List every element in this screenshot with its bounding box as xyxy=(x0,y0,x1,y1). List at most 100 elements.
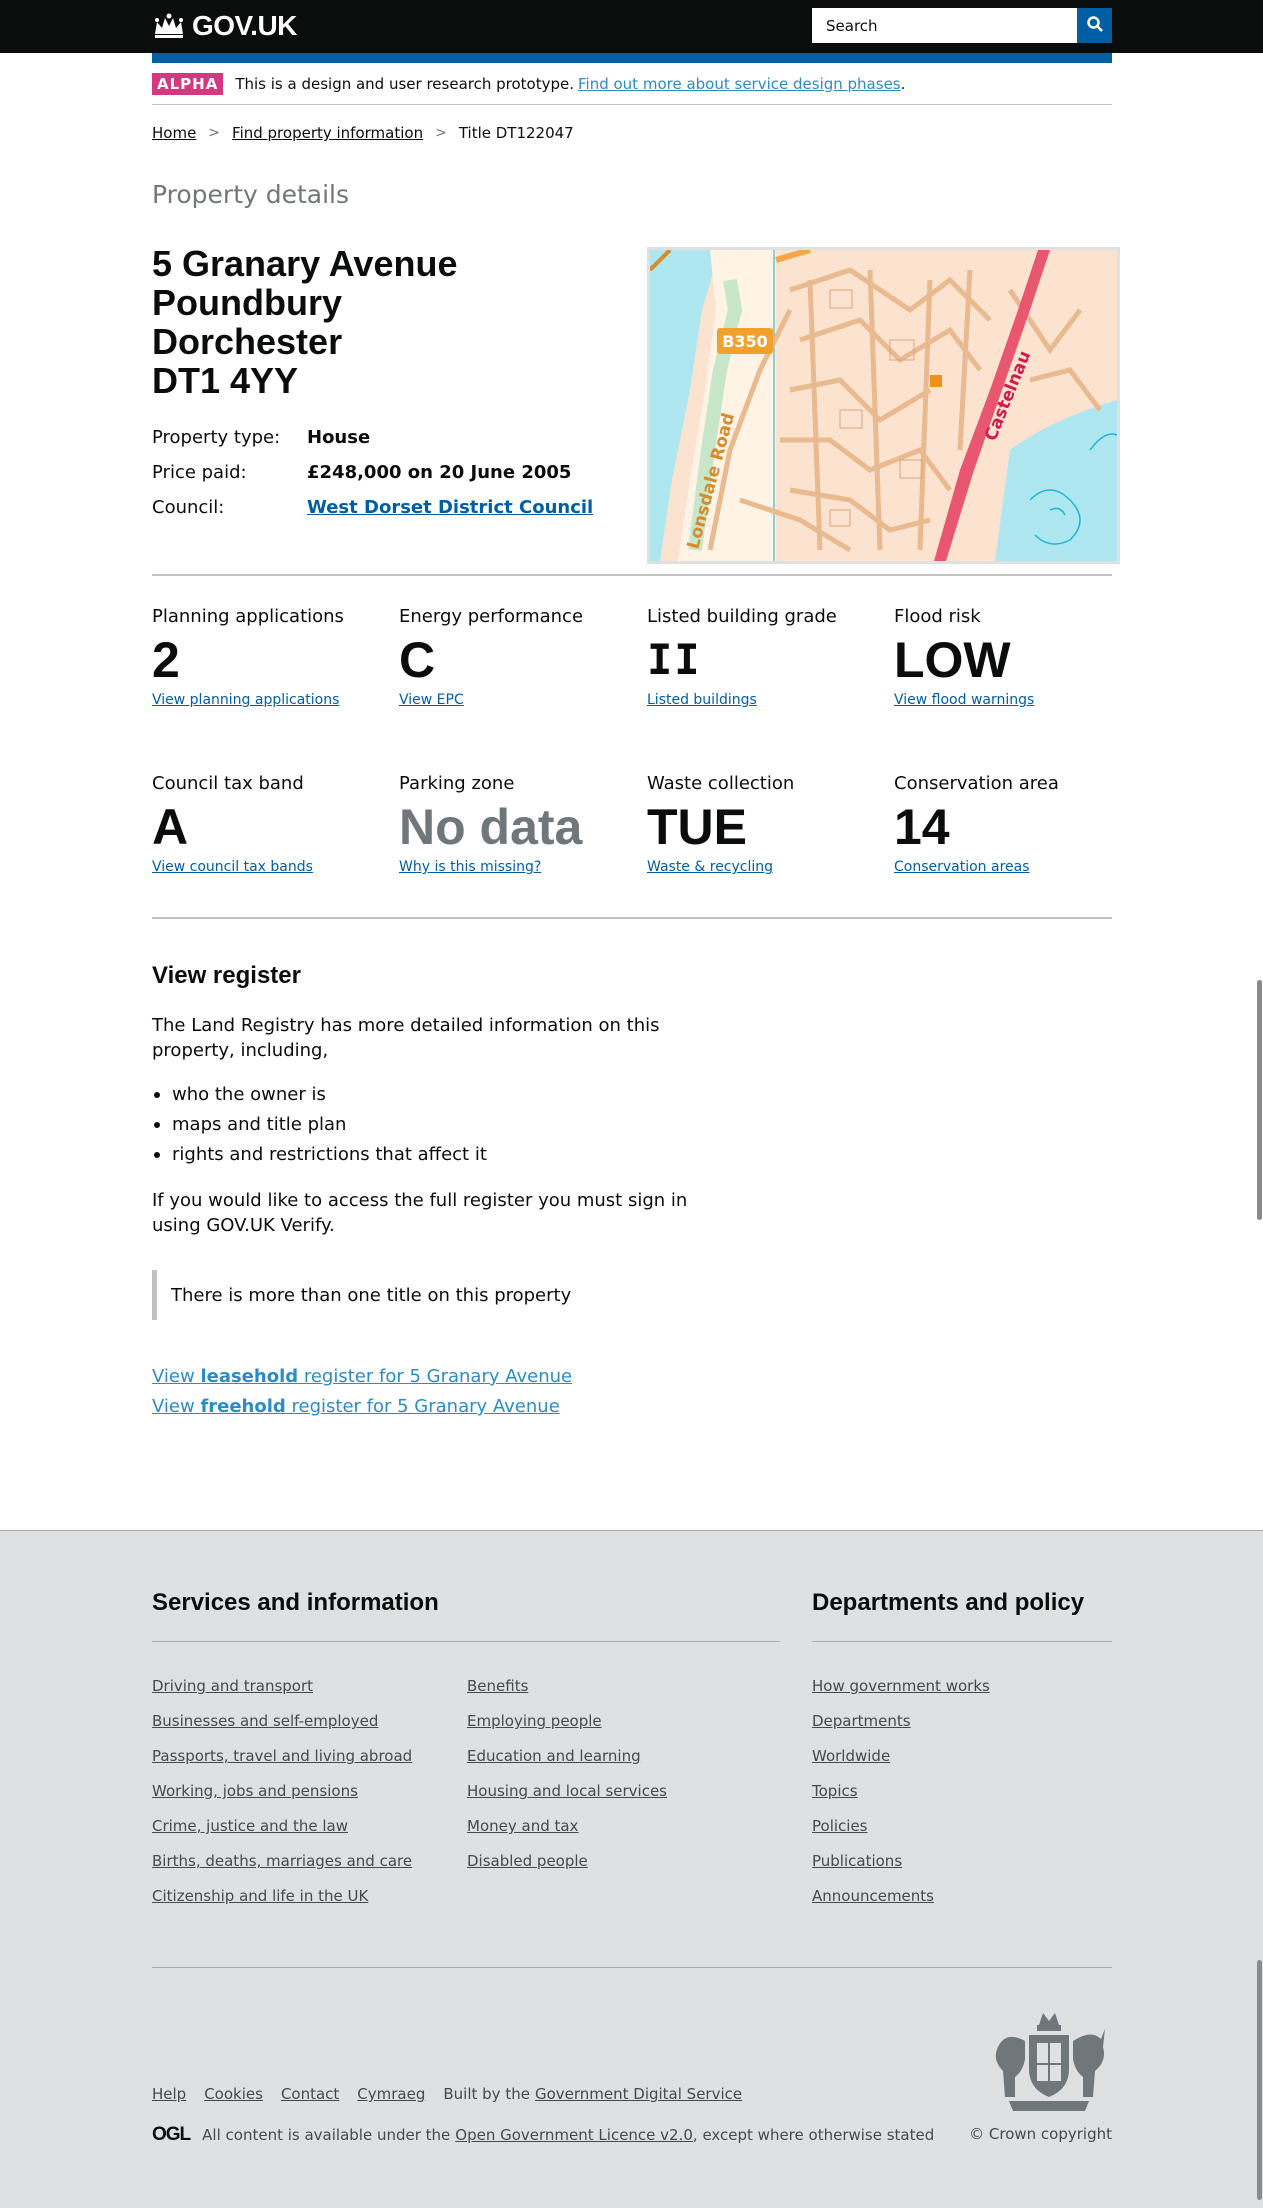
stat-link[interactable]: View council tax bands xyxy=(152,859,392,875)
site-footer: Services and information Departments and… xyxy=(0,1530,1263,2208)
phase-text: This is a design and user research proto… xyxy=(235,74,574,93)
gds-link[interactable]: Government Digital Service xyxy=(535,2085,742,2103)
footer-link[interactable]: Housing and local services xyxy=(467,1781,667,1816)
govuk-logo-link[interactable]: GOV.UK xyxy=(152,10,297,42)
stat-value: TUE xyxy=(647,799,747,855)
council-link[interactable]: West Dorset District Council xyxy=(307,497,593,518)
footer-link[interactable]: Citizenship and life in the UK xyxy=(152,1886,412,1921)
search-button[interactable] xyxy=(1077,8,1112,43)
footer-link[interactable]: Disabled people xyxy=(467,1851,667,1886)
stat-value: 14 xyxy=(894,799,950,855)
footer-link[interactable]: Driving and transport xyxy=(152,1676,412,1711)
licence-link[interactable]: Open Government Licence v2.0 xyxy=(455,2126,693,2144)
register-signin-text: If you would like to access the full reg… xyxy=(152,1190,688,1236)
leasehold-register-link[interactable]: View leasehold register for 5 Granary Av… xyxy=(152,1362,572,1392)
fact-label: Price paid: xyxy=(152,462,247,483)
stat-label: Flood risk xyxy=(894,606,981,627)
footer-contact-link[interactable]: Contact xyxy=(281,2085,339,2103)
stat-link[interactable]: View EPC xyxy=(399,692,639,708)
address-line: 5 Granary Avenue xyxy=(152,243,458,284)
link-text: View xyxy=(152,1366,201,1387)
stat-link[interactable]: View planning applications xyxy=(152,692,392,708)
property-facts: Property type: House Price paid: £248,00… xyxy=(152,420,593,525)
footer-link[interactable]: Crime, justice and the law xyxy=(152,1816,412,1851)
freehold-register-link[interactable]: View freehold register for 5 Granary Ave… xyxy=(152,1392,572,1422)
stat-link[interactable]: Conservation areas xyxy=(894,859,1134,875)
scrollbar-thumb[interactable] xyxy=(1257,980,1262,1220)
breadcrumb-current: Title DT122047 xyxy=(458,124,574,142)
list-item: who the owner is xyxy=(152,1082,487,1112)
address-line: Poundbury xyxy=(152,282,342,323)
breadcrumb-home[interactable]: Home xyxy=(152,124,196,142)
stat-label: Listed building grade xyxy=(647,606,837,627)
property-map[interactable]: B350 Lonsdale Road Castelnau xyxy=(647,247,1120,564)
ogl-logo-icon: OGL xyxy=(152,2124,191,2145)
stat-label: Parking zone xyxy=(399,773,515,794)
footer-link[interactable]: Passports, travel and living abroad xyxy=(152,1746,412,1781)
fact-label: Property type: xyxy=(152,427,281,448)
footer-link[interactable]: Money and tax xyxy=(467,1816,667,1851)
footer-licence: OGL All content is available under the O… xyxy=(152,2124,934,2146)
search-icon xyxy=(1086,16,1103,32)
fact-row: Council: West Dorset District Council xyxy=(152,490,593,525)
stat-link[interactable]: Why is this missing? xyxy=(399,859,639,875)
footer-link[interactable]: Education and learning xyxy=(467,1746,667,1781)
fact-row: Property type: House xyxy=(152,420,593,455)
footer-link[interactable]: How government works xyxy=(812,1676,990,1711)
map-image: B350 Lonsdale Road Castelnau xyxy=(650,250,1117,561)
breadcrumb: Home > Find property information > Title… xyxy=(152,124,574,142)
built-by-text: Built by the xyxy=(443,2085,530,2103)
stat-parking: Parking zone No data Why is this missing… xyxy=(399,773,639,875)
phase-link[interactable]: Find out more about service design phase… xyxy=(578,75,901,93)
register-intro: The Land Registry has more detailed info… xyxy=(152,1015,660,1061)
stat-energy: Energy performance C View EPC xyxy=(399,606,639,708)
phase-suffix: . xyxy=(900,74,906,93)
footer-link[interactable]: Departments xyxy=(812,1711,990,1746)
footer-cymraeg-link[interactable]: Cymraeg xyxy=(357,2085,425,2103)
stat-label: Energy performance xyxy=(399,606,584,627)
footer-link[interactable]: Policies xyxy=(812,1816,990,1851)
link-text: register for 5 Granary Avenue xyxy=(298,1366,573,1387)
footer-link[interactable]: Births, deaths, marriages and care xyxy=(152,1851,412,1886)
footer-divider xyxy=(812,1641,1112,1642)
footer-link[interactable]: Announcements xyxy=(812,1886,990,1921)
crown-copyright-link[interactable]: © Crown copyright xyxy=(969,2125,1112,2143)
inset-message: There is more than one title on this pro… xyxy=(171,1284,572,1306)
stat-waste: Waste collection TUE Waste & recycling xyxy=(647,773,887,875)
stat-label: Waste collection xyxy=(647,773,795,794)
divider xyxy=(152,917,1112,919)
scrollbar-thumb[interactable] xyxy=(1257,1960,1262,2200)
stat-value: II xyxy=(647,635,702,684)
inset-text: There is more than one title on this pro… xyxy=(152,1270,722,1320)
phase-banner: ALPHA This is a design and user research… xyxy=(152,63,1112,105)
search-input[interactable] xyxy=(812,8,1077,43)
footer-heading-departments: Departments and policy xyxy=(812,1589,1085,1616)
footer-cookies-link[interactable]: Cookies xyxy=(204,2085,263,2103)
breadcrumb-find-property[interactable]: Find property information xyxy=(232,124,423,142)
stat-listed: Listed building grade II Listed building… xyxy=(647,606,887,708)
footer-link[interactable]: Working, jobs and pensions xyxy=(152,1781,412,1816)
footer-link[interactable]: Topics xyxy=(812,1781,990,1816)
fact-value: £248,000 on 20 June 2005 xyxy=(307,462,572,483)
stat-label: Planning applications xyxy=(152,606,344,627)
link-bold: leasehold xyxy=(200,1366,299,1387)
divider xyxy=(152,574,1112,576)
stat-value: LOW xyxy=(894,632,1011,688)
licence-text: All content is available under the xyxy=(202,2126,451,2144)
footer-link[interactable]: Benefits xyxy=(467,1676,667,1711)
royal-coat-of-arms-icon xyxy=(995,2013,1105,2111)
header-blue-bar xyxy=(152,53,1112,63)
scrollbar[interactable] xyxy=(1255,0,1263,2208)
stat-link[interactable]: View flood warnings xyxy=(894,692,1134,708)
footer-link[interactable]: Businesses and self-employed xyxy=(152,1711,412,1746)
footer-link[interactable]: Employing people xyxy=(467,1711,667,1746)
footer-link[interactable]: Publications xyxy=(812,1851,990,1886)
stat-value: A xyxy=(152,799,189,855)
chevron-right-icon: > xyxy=(435,125,447,141)
fact-label: Council: xyxy=(152,497,225,518)
map-road-badge: B350 xyxy=(722,332,768,351)
footer-link[interactable]: Worldwide xyxy=(812,1746,990,1781)
stat-link[interactable]: Waste & recycling xyxy=(647,859,887,875)
footer-help-link[interactable]: Help xyxy=(152,2085,186,2103)
stat-link[interactable]: Listed buildings xyxy=(647,692,887,708)
